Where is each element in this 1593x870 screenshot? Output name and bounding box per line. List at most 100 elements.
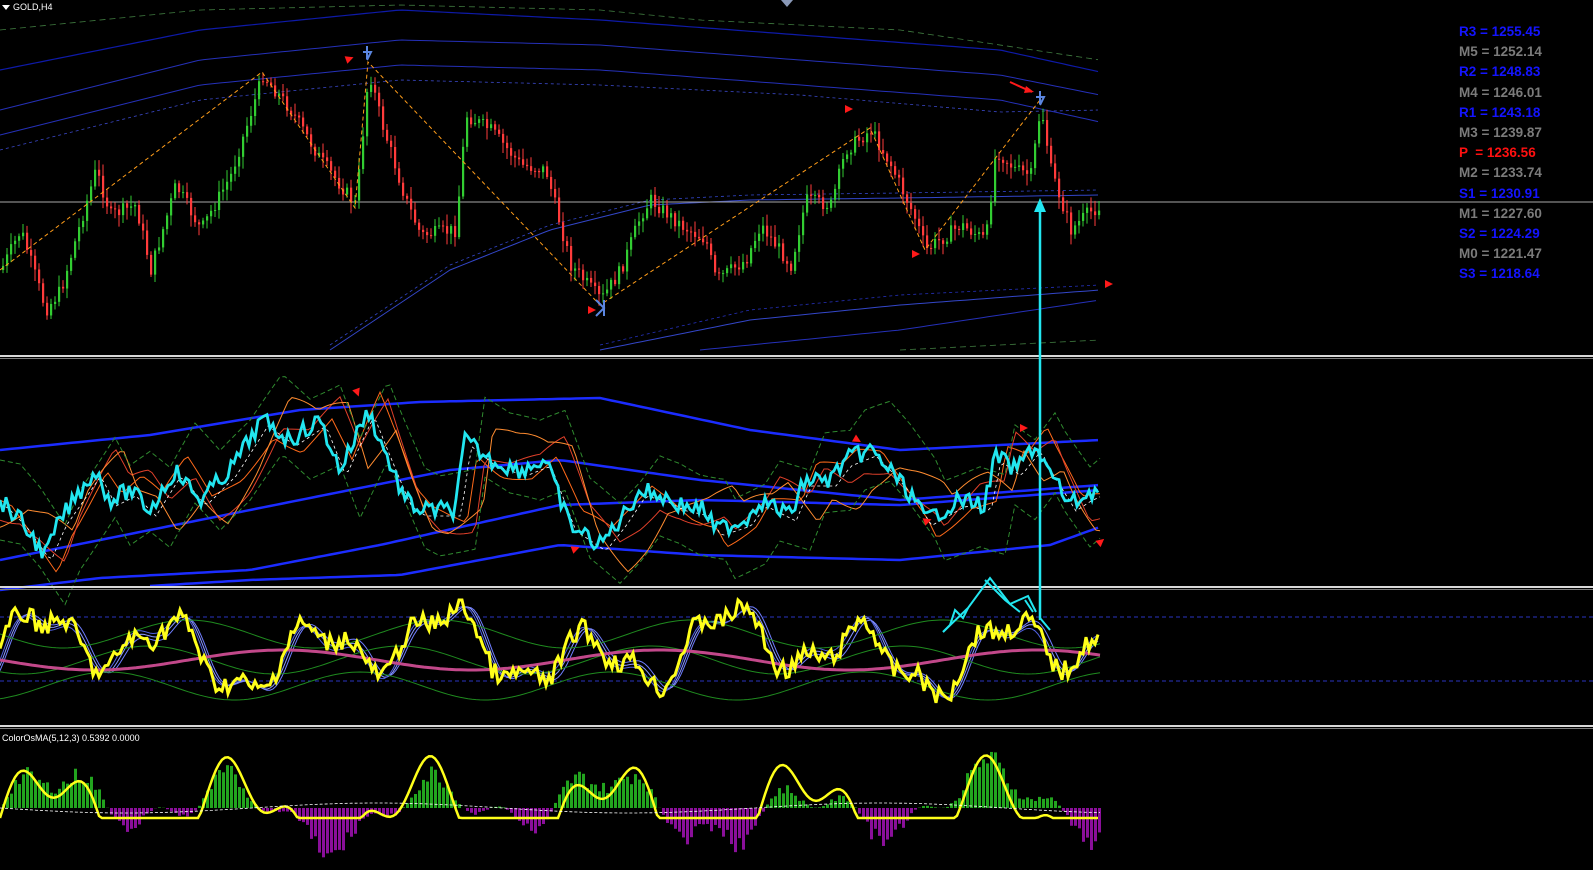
candle-body xyxy=(466,117,469,147)
candle-body xyxy=(202,220,205,225)
candle-body xyxy=(846,154,849,159)
chart-area[interactable] xyxy=(0,0,1593,870)
candle-body xyxy=(1042,120,1045,122)
candle-body xyxy=(578,268,581,270)
candle-body xyxy=(786,261,789,264)
candle-body xyxy=(178,183,181,193)
chart-shift-marker-icon[interactable] xyxy=(781,0,793,7)
candle-body xyxy=(918,218,921,227)
candle-body xyxy=(990,201,993,225)
candle-body xyxy=(774,236,777,247)
candle-body xyxy=(1022,165,1025,171)
osma-bar xyxy=(418,790,421,808)
candle-body xyxy=(702,238,705,243)
price-panel[interactable] xyxy=(0,4,1593,351)
candle-body xyxy=(158,247,161,251)
candle-body xyxy=(742,262,745,270)
oscillator-panel[interactable] xyxy=(0,596,1593,704)
osma-bar xyxy=(626,776,629,808)
candle-body xyxy=(838,168,841,189)
candle-body xyxy=(490,124,493,129)
osma-bar xyxy=(234,774,237,808)
candle-body xyxy=(330,161,333,171)
candle-body xyxy=(966,223,969,229)
candle-body xyxy=(26,232,29,251)
candle-body xyxy=(570,246,573,271)
candle-body xyxy=(834,188,837,200)
osma-bar xyxy=(882,808,885,846)
osma-bar xyxy=(18,784,21,808)
candle-body xyxy=(190,197,193,216)
candle-body xyxy=(942,240,945,244)
osma-bar xyxy=(826,804,829,808)
osma-bar xyxy=(78,781,81,808)
indicator-band-1 xyxy=(0,488,1099,592)
candle-body xyxy=(522,159,525,165)
moving-average-line-0 xyxy=(0,390,1100,573)
green-dashed-band-1 xyxy=(0,456,1101,606)
candle-body xyxy=(266,81,269,83)
candle-body xyxy=(94,169,97,187)
candle-body xyxy=(526,164,529,167)
candle-body xyxy=(910,202,913,210)
candle-body xyxy=(974,234,977,236)
osma-bar xyxy=(978,767,981,808)
osma-bar xyxy=(466,808,469,811)
osma-bar xyxy=(838,795,841,808)
candle-body xyxy=(654,194,657,207)
osma-bar xyxy=(710,808,713,832)
osma-bar xyxy=(634,774,637,808)
candle-body xyxy=(262,81,265,83)
osma-bar xyxy=(1054,800,1057,808)
osma-histogram-panel[interactable] xyxy=(0,751,1101,858)
candle-body xyxy=(1070,212,1073,235)
red-marker-icon xyxy=(845,105,853,113)
osma-bar xyxy=(982,759,985,808)
candle-body xyxy=(406,195,409,199)
candle-body xyxy=(222,189,225,192)
candle-body xyxy=(890,161,893,167)
osma-bar xyxy=(778,788,781,808)
candle-body xyxy=(830,199,833,208)
osma-bar xyxy=(474,808,477,815)
osma-bar xyxy=(110,808,113,815)
candle-body xyxy=(754,240,757,249)
osma-bar xyxy=(82,783,85,808)
envelope-band-4 xyxy=(0,4,1099,61)
osma-indicator-label: ColorOsMA(5,12,3) 0.5392 0.0000 xyxy=(2,733,140,743)
candle-body xyxy=(42,283,45,303)
candle-body xyxy=(162,229,165,248)
candle-body xyxy=(762,225,765,234)
candle-body xyxy=(1046,120,1049,146)
candle-body xyxy=(254,99,257,117)
candle-body xyxy=(426,232,429,236)
candle-body xyxy=(418,222,421,230)
cyan-arrowhead-icon xyxy=(1034,198,1046,212)
osma-bar xyxy=(786,785,789,808)
candle-body xyxy=(386,129,389,141)
dropdown-triangle-icon[interactable] xyxy=(2,4,10,10)
osma-bar xyxy=(170,808,173,812)
price-channel-indicator-panel[interactable] xyxy=(0,376,1107,606)
osma-bar xyxy=(478,808,481,812)
osma-bar xyxy=(166,808,169,810)
candle-body xyxy=(822,197,825,210)
candle-body xyxy=(294,114,297,116)
osma-bar xyxy=(858,808,861,814)
candle-body xyxy=(758,233,761,241)
osma-bar xyxy=(102,799,105,808)
symbol-label[interactable]: GOLD,H4 xyxy=(2,2,53,12)
osma-bar xyxy=(326,808,329,854)
candle-body xyxy=(126,203,129,208)
candle-body xyxy=(1002,159,1005,163)
pivot-level-10: S2 = 1224.29 xyxy=(1459,226,1540,242)
osma-bar xyxy=(282,808,285,812)
candle-body xyxy=(854,136,857,153)
candle-body xyxy=(590,277,593,283)
osma-bar xyxy=(954,800,957,808)
candle-body xyxy=(602,293,605,295)
candle-body xyxy=(114,208,117,210)
candle-body xyxy=(998,158,1001,160)
candle-body xyxy=(870,133,873,135)
candle-body xyxy=(182,192,185,194)
